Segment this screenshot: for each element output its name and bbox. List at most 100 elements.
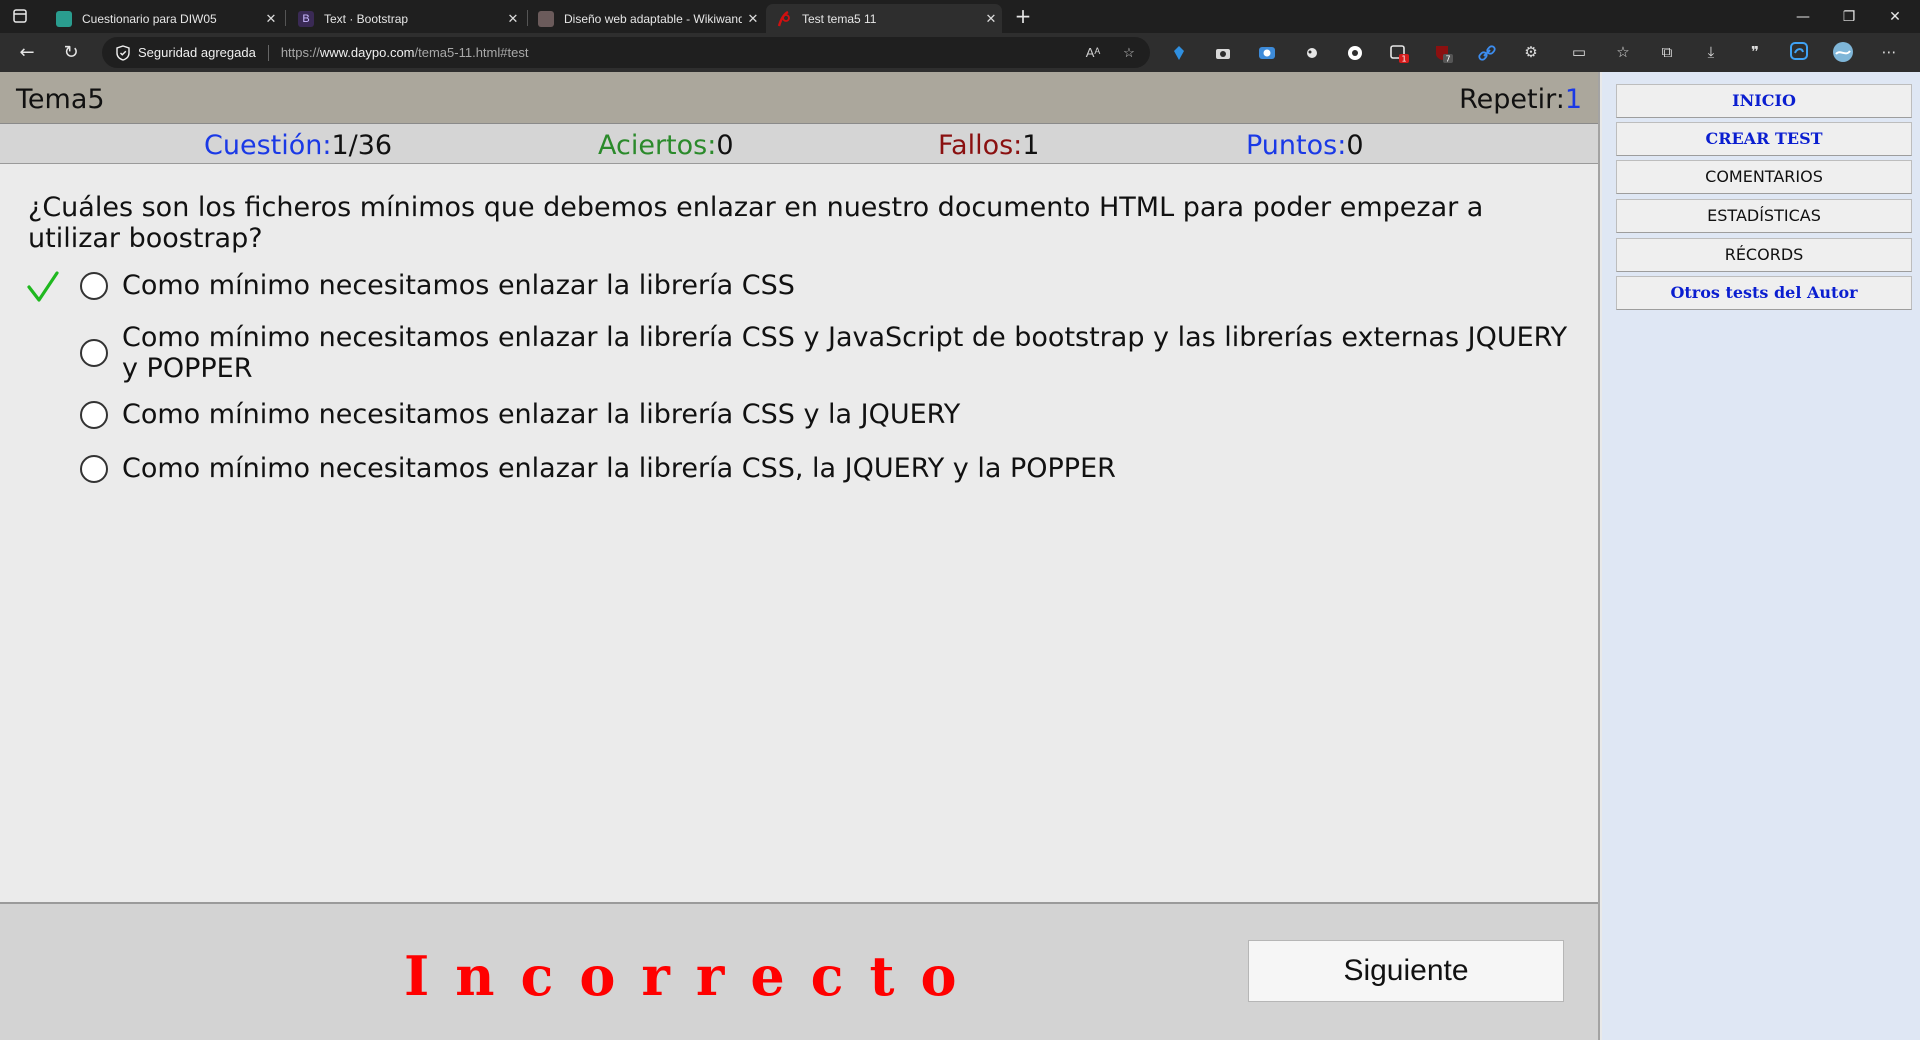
question-counter-label: Cuestión: xyxy=(204,130,332,161)
sidebar-item-crear-test[interactable]: CREAR TEST xyxy=(1616,122,1912,156)
stats-bar: Cuestión:1/36 Aciertos:0 Fallos:1 Puntos… xyxy=(0,124,1598,164)
tab-manager-extension-icon[interactable]: 1 xyxy=(1388,42,1410,64)
more-menu-icon[interactable]: ⋯ xyxy=(1878,41,1900,63)
favorites-icon[interactable]: ☆ xyxy=(1612,41,1634,63)
extension-badge-count: 1 xyxy=(1401,55,1406,64)
correct-counter: Aciertos:0 xyxy=(598,130,734,161)
tab-close-icon[interactable]: ✕ xyxy=(980,11,1002,27)
reload-icon[interactable]: ↻ xyxy=(58,40,84,66)
tab-close-icon[interactable]: ✕ xyxy=(502,11,524,27)
wikiwand-favicon-icon xyxy=(538,10,554,27)
sidebar-item-otros-tests[interactable]: Otros tests del Autor xyxy=(1616,276,1912,310)
tab-close-icon[interactable]: ✕ xyxy=(742,11,764,27)
next-button[interactable]: Siguiente xyxy=(1248,940,1564,1002)
security-label: Seguridad agregada xyxy=(138,45,256,60)
new-tab-icon[interactable]: + xyxy=(1010,4,1036,30)
tab-label: Text · Bootstrap xyxy=(324,11,409,26)
tab-cuestionario[interactable]: Cuestionario para DIW05 ✕ xyxy=(46,4,282,33)
repeat-counter: Repetir:1 xyxy=(1459,84,1582,115)
address-separator xyxy=(267,44,269,61)
tab-close-icon[interactable]: ✕ xyxy=(260,11,282,27)
correct-counter-value: 0 xyxy=(716,130,734,161)
shield-icon xyxy=(116,44,130,61)
correct-check-icon xyxy=(27,271,59,302)
security-indicator[interactable]: Seguridad agregada xyxy=(102,44,256,61)
question-text: ¿Cuáles son los ficheros mínimos que deb… xyxy=(28,192,1484,254)
tab-test-tema5[interactable]: Test tema5 11 ✕ xyxy=(766,4,1002,33)
collections-icon[interactable]: ⧉ xyxy=(1656,41,1678,63)
page-content: Tema5 Repetir:1 Cuestión:1/36 Aciertos:0… xyxy=(0,72,1920,1040)
screenshot-extension-icon[interactable] xyxy=(1256,42,1278,64)
tab-separator xyxy=(285,10,286,26)
answer-radio[interactable] xyxy=(80,271,108,300)
answer-option-1[interactable]: Como mínimo necesitamos enlazar la libre… xyxy=(80,270,1580,301)
extensions-puzzle-icon[interactable]: ⚙ xyxy=(1520,41,1542,63)
read-aloud-icon[interactable]: Aᴬ xyxy=(1084,44,1102,62)
wrong-counter: Fallos:1 xyxy=(938,130,1039,161)
add-favorite-icon[interactable]: ☆ xyxy=(1120,44,1138,62)
minimize-icon[interactable]: — xyxy=(1780,4,1826,30)
answer-radio[interactable] xyxy=(80,454,108,483)
correct-counter-label: Aciertos: xyxy=(598,130,717,161)
bootstrap-favicon-icon: B xyxy=(298,10,314,27)
repeat-label: Repetir: xyxy=(1459,84,1565,115)
tab-bootstrap[interactable]: B Text · Bootstrap ✕ xyxy=(288,4,524,33)
answer-option-2[interactable]: Como mínimo necesitamos enlazar la libre… xyxy=(80,322,1580,384)
downloads-icon[interactable]: ⤓ xyxy=(1700,41,1722,63)
question-counter: Cuestión:1/36 xyxy=(204,130,392,161)
sidebar-item-comentarios[interactable]: COMENTARIOS xyxy=(1616,160,1912,194)
tab-favicon-icon xyxy=(56,10,72,27)
sidebar-item-inicio[interactable]: INICIO xyxy=(1616,84,1912,118)
sidebar-item-records[interactable]: RÉCORDS xyxy=(1616,238,1912,272)
wrong-counter-label: Fallos: xyxy=(938,130,1023,161)
ghost-extension-icon[interactable] xyxy=(1300,42,1322,64)
answer-radio[interactable] xyxy=(80,339,108,367)
points-counter-label: Puntos: xyxy=(1246,130,1347,161)
close-window-icon[interactable]: ✕ xyxy=(1872,4,1918,30)
back-arrow-icon[interactable]: ← xyxy=(14,40,40,66)
answer-radio[interactable] xyxy=(80,400,108,429)
edge-copilot-icon[interactable] xyxy=(1788,41,1810,63)
extension-badge-count: 7 xyxy=(1445,55,1450,64)
answer-text: Como mínimo necesitamos enlazar la libre… xyxy=(122,322,1568,384)
quote-icon[interactable]: ❞ xyxy=(1744,41,1766,63)
repeat-value[interactable]: 1 xyxy=(1565,84,1582,115)
test-panel: Tema5 Repetir:1 Cuestión:1/36 Aciertos:0… xyxy=(0,72,1600,1040)
points-counter-value: 0 xyxy=(1346,130,1364,161)
answer-option-4[interactable]: Como mínimo necesitamos enlazar la libre… xyxy=(80,453,1580,484)
answer-footer: Incorrecto Siguiente xyxy=(0,902,1598,1040)
tab-label: Test tema5 11 xyxy=(802,11,877,26)
result-message: Incorrecto xyxy=(404,944,983,1008)
url-prefix: https:// xyxy=(280,45,320,60)
question-counter-value: 1/36 xyxy=(331,130,393,161)
profile-avatar-icon[interactable] xyxy=(1832,41,1854,63)
answer-text: Como mínimo necesitamos enlazar la libre… xyxy=(122,399,961,430)
browser-toolbar: ← ↻ Seguridad agregada https://www.daypo… xyxy=(0,33,1920,72)
tab-actions-icon[interactable] xyxy=(12,8,36,26)
url-path: /tema5-11.html#test xyxy=(414,45,529,60)
camera-extension-icon[interactable] xyxy=(1212,42,1234,64)
answer-text: Como mínimo necesitamos enlazar la libre… xyxy=(122,453,1116,484)
test-title-bar: Tema5 Repetir:1 xyxy=(0,72,1598,124)
split-screen-icon[interactable]: ▭ xyxy=(1568,41,1590,63)
sidebar-item-estadisticas[interactable]: ESTADÍSTICAS xyxy=(1616,199,1912,233)
address-bar[interactable]: Seguridad agregada https://www.daypo.com… xyxy=(102,37,1150,68)
diamond-extension-icon[interactable] xyxy=(1168,42,1190,64)
tab-wikiwand[interactable]: Diseño web adaptable - Wikiwand ✕ xyxy=(528,4,764,33)
record-extension-icon[interactable] xyxy=(1344,42,1366,64)
wrong-counter-value: 1 xyxy=(1022,130,1040,161)
browser-tab-bar: Cuestionario para DIW05 ✕ B Text · Boots… xyxy=(0,0,1920,33)
answer-option-3[interactable]: Como mínimo necesitamos enlazar la libre… xyxy=(80,399,1580,430)
ublock-extension-icon[interactable]: 7 xyxy=(1432,42,1454,64)
tab-label: Cuestionario para DIW05 xyxy=(82,11,217,26)
answer-text: Como mínimo necesitamos enlazar la libre… xyxy=(122,270,795,301)
test-title: Tema5 xyxy=(16,84,105,115)
restore-icon[interactable]: ❐ xyxy=(1826,4,1872,30)
points-counter: Puntos:0 xyxy=(1246,130,1364,161)
url-text[interactable]: https://www.daypo.com/tema5-11.html#test xyxy=(281,45,529,60)
daypo-favicon-icon xyxy=(776,10,792,27)
tab-label: Diseño web adaptable - Wikiwand xyxy=(564,11,742,26)
url-host: www.daypo.com xyxy=(319,45,415,60)
link-extension-icon[interactable] xyxy=(1476,42,1498,64)
sidebar: INICIO CREAR TEST COMENTARIOS ESTADÍSTIC… xyxy=(1602,72,1920,1040)
